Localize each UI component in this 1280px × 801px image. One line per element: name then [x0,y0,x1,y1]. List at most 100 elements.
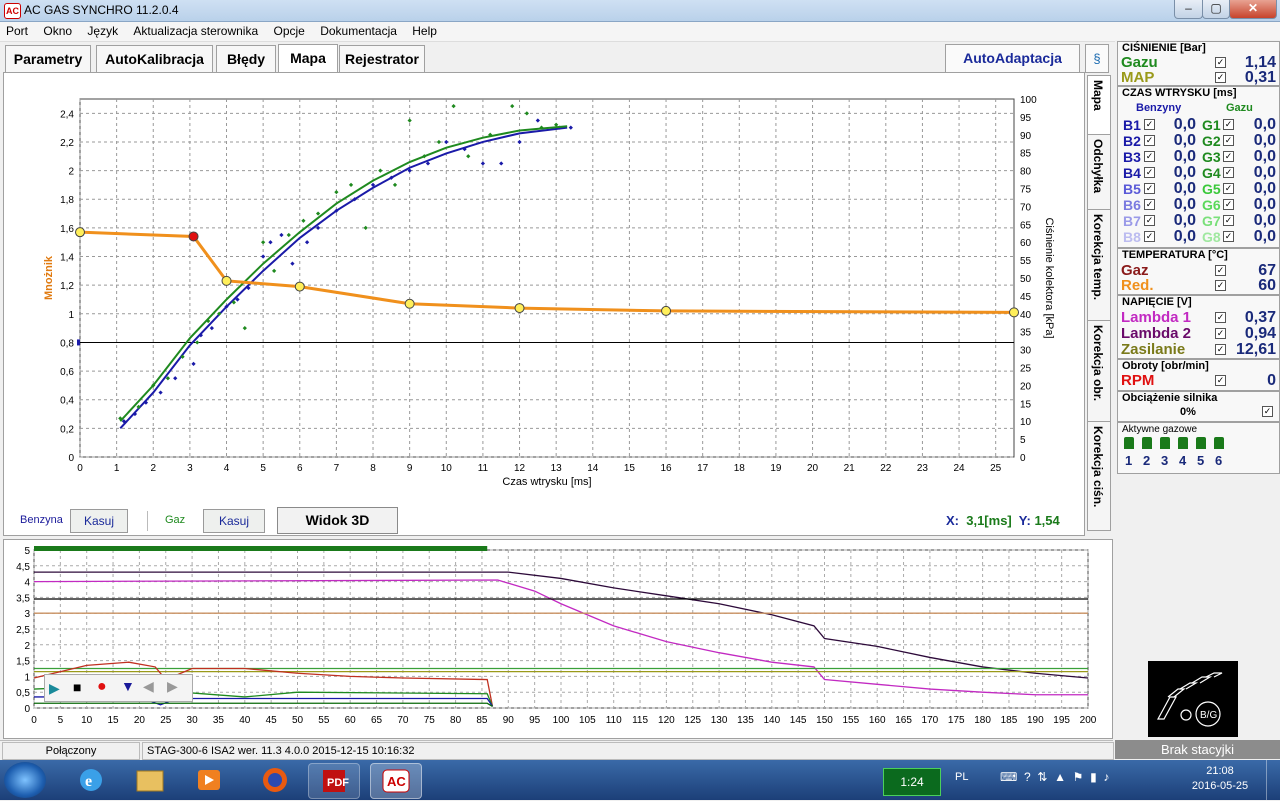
benzyna-injector-checkbox[interactable]: ✓ [1144,119,1155,130]
tab-bledy[interactable]: Błędy [216,45,276,73]
kasuj-gaz-button[interactable]: Kasuj [203,509,265,533]
x-tick-label: 21 [844,463,856,474]
benzyna-injector-checkbox[interactable]: ✓ [1144,231,1155,242]
tab-autokalibracja[interactable]: AutoKalibracja [96,45,213,73]
voltage-section: NAPIĘCIE [V] Lambda 1 ✓ 0,37 Lambda 2 ✓ … [1117,295,1280,359]
y-tick-label: 0,2 [60,424,74,435]
lambda2-checkbox[interactable]: ✓ [1215,328,1226,339]
menu-opcje[interactable]: Opcje [268,22,311,38]
rec-x-tick-label: 90 [503,715,515,726]
gazu-checkbox[interactable]: ✓ [1215,57,1226,68]
menu-aktualizacja[interactable]: Aktualizacja sterownika [127,22,264,38]
timer-badge[interactable]: 1:24 [883,768,941,796]
ac-app-taskbar-icon[interactable]: AC [370,763,422,799]
battery-icon[interactable]: ▮ [1090,770,1097,784]
map-chart[interactable]: 0 1 2 3 4 5 6 7 8 9 10 11 12 13 14 15 16 17 18 19 20 21 22 23 24… [4,73,1084,503]
benzyna-injector-checkbox[interactable]: ✓ [1144,183,1155,194]
firefox-icon[interactable] [250,763,300,797]
flag-icon[interactable]: ⚑ [1073,770,1084,784]
rec-x-tick-label: 130 [711,715,728,726]
prev-icon[interactable]: ◀ [143,678,154,695]
next-icon[interactable]: ▶ [167,678,178,695]
menu-help[interactable]: Help [406,22,443,38]
tray-icons[interactable]: ⌨ ? ⇅ ▲ ⚑ ▮ ♪ [1000,770,1180,788]
gaz-injector-label: G7 [1202,213,1221,229]
help-icon[interactable]: ? [1024,770,1031,784]
ie-icon[interactable]: e [66,763,116,797]
map-checkbox[interactable]: ✓ [1215,72,1226,83]
x-label: X: [946,513,959,528]
language-indicator[interactable]: PL [955,771,968,783]
marker-icon[interactable]: ▼ [121,678,135,694]
close-button[interactable]: ✕ [1229,0,1277,19]
clock[interactable]: 21:08 2016-05-25 [1190,764,1250,794]
menu-okno[interactable]: Okno [37,22,78,38]
side-tab-korekcja-cisn[interactable]: Korekcja ciśn. [1087,421,1111,531]
keyboard-icon[interactable]: ⌨ [1000,770,1017,784]
side-tab-korekcja-obr[interactable]: Korekcja obr. [1087,320,1111,422]
rec-x-tick-label: 165 [895,715,912,726]
stop-icon[interactable]: ■ [73,679,81,695]
folder-icon[interactable] [125,763,175,797]
link-icon[interactable]: § [1085,44,1109,73]
play-icon[interactable]: ▶ [49,680,60,697]
pdf-reader-icon[interactable]: PDF [308,763,360,799]
multiplier-point [514,303,525,314]
recorder-chart[interactable]: 0 5 10 15 20 25 30 35 40 45 50 55 60 65 70 75 80 85 90 95 10… [4,540,1112,738]
load-checkbox[interactable]: ✓ [1262,406,1273,417]
benzyna-injector-checkbox[interactable]: ✓ [1144,199,1155,210]
active-title: Aktywne gazowe [1122,424,1198,435]
rec-x-tick-label: 95 [529,715,541,726]
y-tick-label: 0,6 [60,367,74,378]
rec-x-tick-label: 190 [1027,715,1044,726]
benzyna-injector-label: B3 [1123,149,1141,165]
rpm-title: Obroty [obr/min] [1122,360,1209,372]
side-tab-korekcja-temp[interactable]: Korekcja temp. [1087,209,1111,321]
maximize-button[interactable]: ▢ [1202,0,1230,19]
rpm-section: Obroty [obr/min] RPM ✓ 0 [1117,359,1280,391]
x-tick-label: 8 [370,463,376,474]
menu-dokumentacja[interactable]: Dokumentacja [314,22,403,38]
start-button[interactable] [4,762,46,798]
network-icon[interactable]: ⇅ [1037,770,1047,784]
rpm-checkbox[interactable]: ✓ [1215,375,1226,386]
rec-x-tick-label: 30 [187,715,199,726]
benzyna-injector-checkbox[interactable]: ✓ [1144,215,1155,226]
lambda1-checkbox[interactable]: ✓ [1215,312,1226,323]
title-bar: AC AC GAS SYNCHRO 11.2.0.4 – ▢ ✕ [0,0,1280,22]
x-value: 3,1[ms] [966,513,1012,528]
benzyna-injector-checkbox[interactable]: ✓ [1144,151,1155,162]
side-tab-mapa[interactable]: Mapa [1087,75,1111,135]
tray-arrow-icon[interactable]: ▲ [1054,770,1066,784]
record-icon[interactable]: ● [97,678,107,696]
side-tab-odchylka[interactable]: Odchyłka [1087,134,1111,210]
x-tick-label: 7 [334,463,340,474]
minimize-button[interactable]: – [1174,0,1203,19]
menu-jezyk[interactable]: Język [81,22,124,38]
tab-mapa[interactable]: Mapa [278,44,338,74]
zasilanie-checkbox[interactable]: ✓ [1215,344,1226,355]
tab-parametry[interactable]: Parametry [5,45,91,73]
red-temp-value: 60 [1258,277,1276,294]
y2-tick-label: 0 [1020,453,1026,464]
menu-port[interactable]: Port [0,22,34,38]
injector-icon [1160,437,1170,449]
x-tick-label: 5 [260,463,266,474]
autoadaptacja-button[interactable]: AutoAdaptacja [945,44,1080,73]
kasuj-benzyna-button[interactable]: Kasuj [70,509,128,533]
gaz-label: Gaz [165,514,186,526]
benzyna-injector-checkbox[interactable]: ✓ [1144,167,1155,178]
rec-y-tick-label: 0 [24,704,30,715]
rec-x-tick-label: 0 [31,715,37,726]
red-temp-checkbox[interactable]: ✓ [1215,280,1226,291]
benzyna-injector-checkbox[interactable]: ✓ [1144,135,1155,146]
y2-tick-label: 85 [1020,149,1032,160]
x-tick-label: 11 [478,463,489,474]
speaker-icon[interactable]: ♪ [1103,770,1109,784]
xy-readout: X: 3,1[ms] Y: 1,54 [946,513,1060,528]
show-desktop-button[interactable] [1266,760,1280,800]
media-player-icon[interactable] [184,763,234,797]
widok-3d-button[interactable]: Widok 3D [277,507,398,534]
gaz-temp-checkbox[interactable]: ✓ [1215,265,1226,276]
tab-rejestrator[interactable]: Rejestrator [339,45,425,73]
